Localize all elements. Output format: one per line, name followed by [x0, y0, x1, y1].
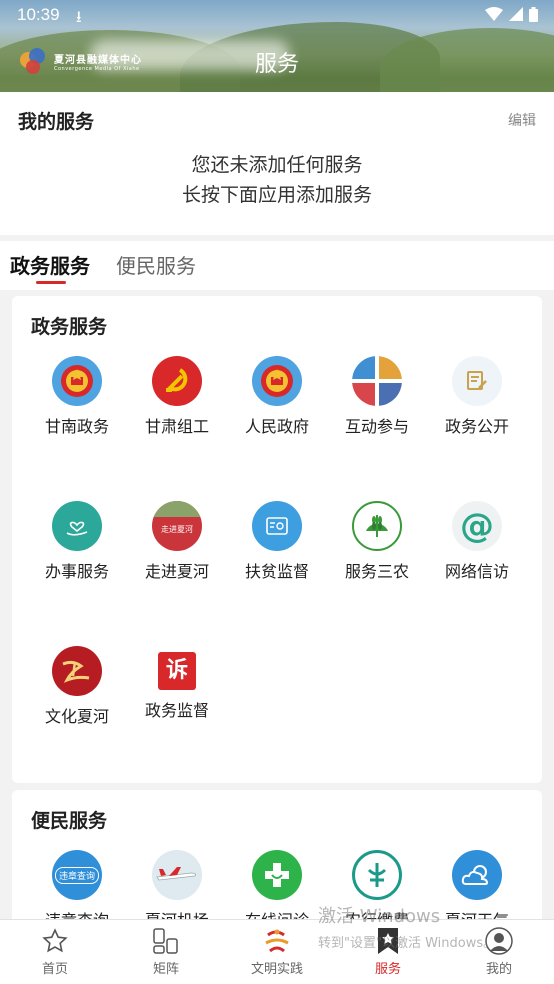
- service-item-affairs[interactable]: 办事服务: [27, 501, 127, 582]
- convenience-section-title: 便民服务: [31, 810, 108, 832]
- service-item-people-gov[interactable]: 人民政府: [227, 356, 327, 437]
- empty-message-line1: 您还未添加任何服务: [191, 154, 363, 176]
- service-item-label: 扶贫监督: [244, 562, 309, 581]
- wheat-icon: [352, 501, 402, 551]
- service-item-visit-xiahe[interactable]: 走进夏河 走进夏河: [127, 501, 227, 582]
- quadrant-icon: [352, 356, 402, 406]
- service-item-label: 办事服务: [44, 562, 109, 581]
- nav-services[interactable]: 服务: [348, 926, 428, 977]
- service-item-gov-disclosure[interactable]: 政务公开: [427, 356, 527, 437]
- service-item-label: 人民政府: [244, 417, 309, 436]
- nav-home[interactable]: 首页: [15, 926, 95, 977]
- nav-label: 服务: [374, 962, 401, 977]
- service-item-label: 文化夏河: [44, 707, 109, 726]
- service-item-gov-supervision[interactable]: 诉 政务监督: [127, 646, 227, 721]
- status-icons: [485, 7, 538, 22]
- nav-profile[interactable]: 我的: [459, 926, 539, 977]
- party-emblem-icon: [152, 356, 202, 406]
- service-item-online-petition[interactable]: @ 网络信访: [427, 501, 527, 582]
- service-item-label: 走进夏河: [144, 562, 209, 581]
- service-item-label: 政务监督: [144, 701, 209, 720]
- tab-gov-services[interactable]: 政务服务: [10, 250, 90, 279]
- at-sign-icon: @: [452, 501, 502, 551]
- service-item-interaction[interactable]: 互动参与: [327, 356, 427, 437]
- service-item-label: 网络信访: [444, 562, 509, 581]
- service-item-gannan-gov[interactable]: 甘南政务: [27, 356, 127, 437]
- user-icon: [459, 926, 539, 956]
- service-tabs: 政务服务 便民服务: [0, 241, 554, 290]
- national-emblem-icon: [252, 356, 302, 406]
- airplane-icon: [152, 850, 202, 900]
- empty-message-line2: 长按下面应用添加服务: [181, 184, 372, 206]
- id-card-icon: [252, 501, 302, 551]
- matrix-icon: [126, 926, 206, 956]
- service-item-label: 甘肃组工: [144, 417, 209, 436]
- my-services-title: 我的服务: [18, 111, 95, 133]
- battery-icon: [529, 7, 538, 22]
- complaint-icon: 诉: [158, 652, 196, 690]
- culture-calligraphy-icon: [52, 646, 102, 696]
- service-item-label: 甘南政务: [44, 417, 109, 436]
- active-tab-indicator: [36, 281, 66, 284]
- service-item-gansu-org[interactable]: 甘肃组工: [127, 356, 227, 437]
- national-emblem-icon: [52, 356, 102, 406]
- header-banner: 10:39 ⭳ 夏河县融媒体中心 Convergence Media Of Xi…: [0, 0, 554, 92]
- civilization-practice-icon: [237, 926, 317, 956]
- xiahe-banner-icon: 走进夏河: [152, 501, 202, 551]
- service-item-agriculture[interactable]: 服务三农: [327, 501, 427, 582]
- nav-label: 矩阵: [152, 962, 179, 977]
- edit-button[interactable]: 编辑: [508, 110, 536, 130]
- bottom-nav: 首页 矩阵 文明实践 服务 我的: [0, 919, 554, 984]
- bookmark-star-icon: [348, 926, 428, 956]
- page-title: 服务: [254, 52, 299, 77]
- nav-matrix[interactable]: 矩阵: [126, 926, 206, 977]
- star-icon: [15, 926, 95, 956]
- service-item-culture-xiahe[interactable]: 文化夏河: [27, 646, 127, 727]
- gov-services-card: 政务服务 甘南政务 甘肃组工 人民政府 互动参与 政务公开 办事服务 走进夏河 …: [12, 296, 542, 783]
- service-item-poverty-supervision[interactable]: 扶贫监督: [227, 501, 327, 582]
- signal-icon: [509, 7, 523, 21]
- wifi-icon: [485, 7, 503, 21]
- nav-civilization-practice[interactable]: 文明实践: [237, 926, 317, 977]
- medical-cross-icon: [252, 850, 302, 900]
- gov-section-title: 政务服务: [31, 316, 108, 338]
- download-icon: ⭳: [76, 7, 82, 26]
- nav-label: 我的: [485, 962, 512, 977]
- status-time: 10:39: [17, 5, 60, 24]
- violation-query-icon: 违章查询: [52, 850, 102, 900]
- document-edit-icon: [452, 356, 502, 406]
- service-item-label: 服务三农: [344, 562, 409, 581]
- my-services-panel: 我的服务 编辑 您还未添加任何服务 长按下面应用添加服务: [0, 92, 554, 235]
- service-item-label: 政务公开: [444, 417, 509, 436]
- weather-cloud-icon: [452, 850, 502, 900]
- nav-label: 文明实践: [250, 962, 303, 977]
- service-item-label: 互动参与: [344, 417, 409, 436]
- hand-heart-icon: [52, 501, 102, 551]
- nav-label: 首页: [41, 962, 68, 977]
- tab-convenience-services[interactable]: 便民服务: [116, 250, 196, 279]
- abc-bank-icon: [352, 850, 402, 900]
